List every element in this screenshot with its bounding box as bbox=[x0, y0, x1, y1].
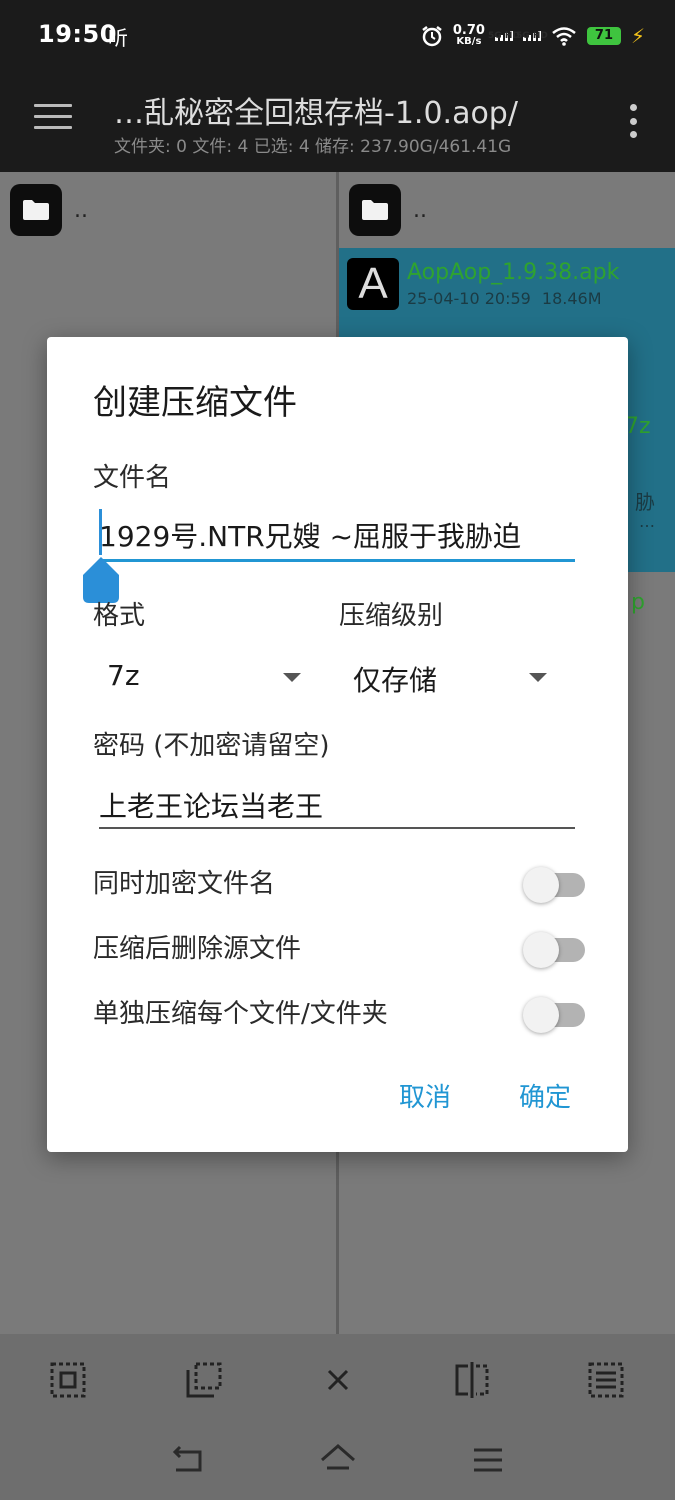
file-peek-text: 7z bbox=[625, 414, 651, 439]
file-peek-text: 胁 bbox=[635, 490, 655, 514]
sim2-signal-icon: 5G HD bbox=[516, 31, 548, 41]
status-extra-label: 听 bbox=[108, 26, 128, 50]
network-speed: 0.70 KB/s bbox=[452, 23, 485, 47]
filename-input[interactable]: 1929号.NTR兄嫂 ~屈服于我胁迫 bbox=[99, 515, 575, 555]
format-select-value: 7z bbox=[107, 659, 140, 692]
path-stats: 文件夹: 0 文件: 4 已选: 4 储存: 237.90G/461.41G bbox=[114, 137, 512, 157]
password-input[interactable]: 上老王论坛当老王 bbox=[99, 785, 575, 825]
password-underline bbox=[99, 827, 575, 829]
password-label: 密码 (不加密请留空) bbox=[93, 731, 330, 761]
sim1-signal-icon: 5G HD bbox=[488, 31, 520, 41]
bottom-toolbar bbox=[0, 1334, 675, 1424]
file-peek-text: … bbox=[639, 512, 655, 531]
parent-folder-label: .. bbox=[413, 197, 427, 223]
level-select-value: 仅存储 bbox=[353, 664, 438, 697]
delete-source-switch[interactable] bbox=[523, 932, 585, 968]
recents-icon[interactable] bbox=[468, 1440, 508, 1480]
level-select[interactable]: 仅存储 bbox=[339, 655, 559, 701]
parent-folder-row[interactable]: .. bbox=[349, 184, 427, 236]
network-speed-value: 0.70 bbox=[452, 23, 485, 38]
home-icon[interactable] bbox=[318, 1440, 358, 1480]
chevron-down-icon bbox=[283, 673, 301, 682]
format-select[interactable]: 7z bbox=[93, 655, 305, 701]
file-row[interactable]: A AopAop_1.9.38.apk 25-04-10 20:59 18.46… bbox=[347, 258, 619, 310]
select-range-icon[interactable] bbox=[184, 1360, 224, 1400]
file-date: 25-04-10 20:59 bbox=[407, 289, 531, 308]
separate-archives-switch[interactable] bbox=[523, 997, 585, 1033]
separate-archives-label: 单独压缩每个文件/文件夹 bbox=[93, 999, 388, 1029]
delete-source-row: 压缩后删除源文件 bbox=[93, 926, 585, 968]
system-nav-bar bbox=[0, 1424, 675, 1500]
filename-underline bbox=[99, 559, 575, 562]
delete-source-label: 压缩后删除源文件 bbox=[93, 934, 302, 964]
more-options-icon[interactable] bbox=[629, 104, 637, 138]
cancel-button[interactable]: 取消 bbox=[399, 1077, 451, 1114]
file-size: 18.46M bbox=[541, 289, 602, 308]
select-all-icon[interactable] bbox=[48, 1360, 88, 1400]
list-select-icon[interactable] bbox=[586, 1360, 626, 1400]
create-archive-dialog: 创建压缩文件 文件名 1929号.NTR兄嫂 ~屈服于我胁迫 格式 压缩级别 7… bbox=[47, 337, 628, 1152]
clear-selection-icon[interactable] bbox=[318, 1360, 358, 1400]
encrypt-filenames-row: 同时加密文件名 bbox=[93, 861, 585, 903]
alarm-icon bbox=[422, 26, 442, 47]
separate-archives-row: 单独压缩每个文件/文件夹 bbox=[93, 991, 585, 1033]
text-caret bbox=[99, 509, 102, 555]
sim2-label: 5G HD bbox=[516, 31, 548, 41]
status-bar: 19:50 听 0.70 KB/s 5G HD 5G HD 71 ⚡ bbox=[0, 0, 675, 72]
parent-folder-label: .. bbox=[74, 197, 88, 223]
invert-selection-icon[interactable] bbox=[452, 1360, 492, 1400]
menu-button[interactable] bbox=[34, 104, 72, 134]
top-bar: 19:50 听 0.70 KB/s 5G HD 5G HD 71 ⚡ …乱秘密全… bbox=[0, 0, 675, 172]
file-meta: 25-04-10 20:59 18.46M bbox=[407, 289, 619, 308]
filename-label: 文件名 bbox=[93, 463, 172, 493]
folder-icon bbox=[349, 184, 401, 236]
status-time: 19:50 bbox=[38, 20, 117, 48]
encrypt-filenames-label: 同时加密文件名 bbox=[93, 869, 276, 899]
charging-icon: ⚡ bbox=[630, 24, 645, 48]
parent-folder-row[interactable]: .. bbox=[10, 184, 88, 236]
wifi-icon bbox=[552, 27, 576, 46]
path-title: …乱秘密全回想存档-1.0.aop/ bbox=[114, 96, 518, 131]
level-label: 压缩级别 bbox=[339, 601, 444, 631]
dialog-title: 创建压缩文件 bbox=[93, 383, 297, 423]
encrypt-filenames-switch[interactable] bbox=[523, 867, 585, 903]
battery-icon: 71 bbox=[586, 27, 621, 45]
apk-icon: A bbox=[347, 258, 399, 310]
back-icon[interactable] bbox=[168, 1440, 208, 1480]
chevron-down-icon bbox=[529, 673, 547, 682]
file-name: AopAop_1.9.38.apk bbox=[407, 260, 620, 285]
status-icons: 0.70 KB/s 5G HD 5G HD 71 ⚡ bbox=[421, 20, 645, 52]
file-peek-text: p bbox=[631, 590, 645, 615]
format-label: 格式 bbox=[93, 601, 146, 631]
network-speed-unit: KB/s bbox=[456, 36, 482, 47]
folder-icon bbox=[10, 184, 62, 236]
ok-button[interactable]: 确定 bbox=[519, 1077, 571, 1114]
